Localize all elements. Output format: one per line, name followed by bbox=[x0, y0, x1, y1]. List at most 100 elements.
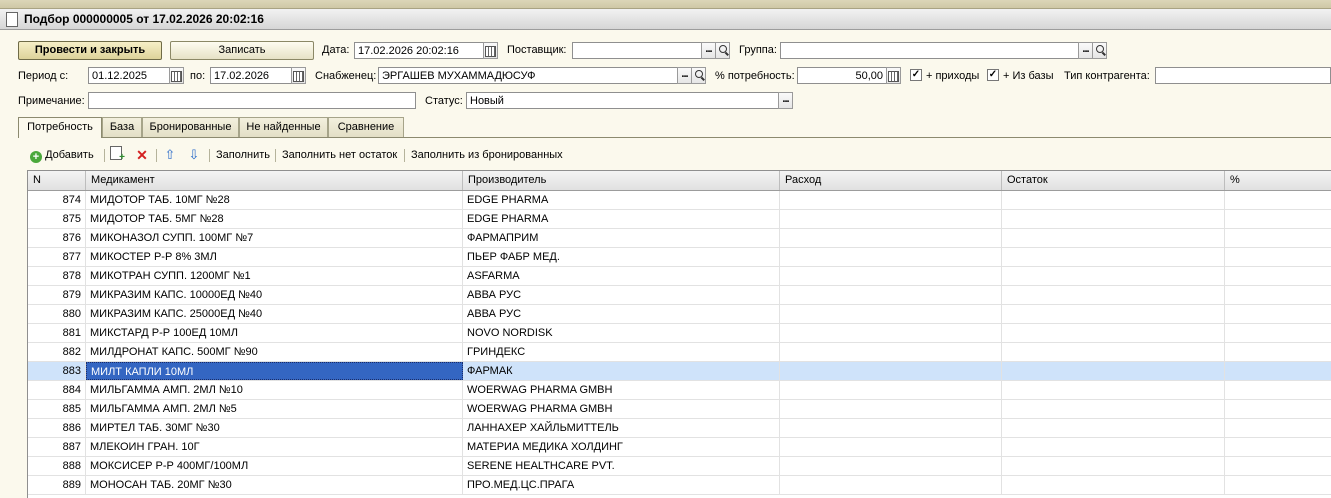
cell-medicine[interactable]: МИКОСТЕР Р-Р 8% 3МЛ bbox=[86, 248, 463, 266]
cell-expense[interactable] bbox=[780, 267, 1002, 285]
cell-medicine[interactable]: МИЛТ КАПЛИ 10МЛ bbox=[86, 362, 463, 380]
cell-expense[interactable] bbox=[780, 191, 1002, 209]
cell-percent[interactable] bbox=[1225, 305, 1331, 323]
column-header-stock[interactable]: Остаток bbox=[1002, 171, 1225, 190]
post-and-close-button[interactable]: Провести и закрыть bbox=[18, 41, 162, 60]
cell-manufacturer[interactable]: ФАРМАК bbox=[463, 362, 780, 380]
cell-n[interactable]: 879 bbox=[28, 286, 86, 304]
cell-stock[interactable] bbox=[1002, 419, 1225, 437]
cell-n[interactable]: 882 bbox=[28, 343, 86, 361]
cell-medicine[interactable]: МИЛЬГАММА АМП. 2МЛ №5 bbox=[86, 400, 463, 418]
delete-row-button[interactable]: ✕ bbox=[134, 146, 150, 164]
cell-n[interactable]: 875 bbox=[28, 210, 86, 228]
fill-button[interactable]: Заполнить bbox=[216, 146, 270, 164]
tab-base[interactable]: База bbox=[102, 117, 142, 137]
period-from-field[interactable]: 01.12.2025 bbox=[88, 67, 170, 84]
cell-expense[interactable] bbox=[780, 419, 1002, 437]
cell-stock[interactable] bbox=[1002, 362, 1225, 380]
cell-manufacturer[interactable]: EDGE PHARMA bbox=[463, 191, 780, 209]
cell-expense[interactable] bbox=[780, 343, 1002, 361]
add-button[interactable]: + Добавить bbox=[30, 146, 100, 164]
cell-stock[interactable] bbox=[1002, 324, 1225, 342]
table-row[interactable]: 876 МИКОНАЗОЛ СУПП. 100МГ №7 ФАРМАПРИМ bbox=[28, 229, 1331, 248]
cell-stock[interactable] bbox=[1002, 210, 1225, 228]
need-percent-field[interactable]: 50,00 bbox=[797, 67, 887, 84]
tab-reserved[interactable]: Бронированные bbox=[142, 117, 239, 137]
date-calendar-button[interactable] bbox=[483, 42, 498, 59]
table-row[interactable]: 875 МИДОТОР ТАБ. 5МГ №28 EDGE PHARMA bbox=[28, 210, 1331, 229]
table-row[interactable]: 886 МИРТЕЛ ТАБ. 30МГ №30 ЛАННАХЕР ХАЙЛЬМИТ… bbox=[28, 419, 1331, 438]
cell-percent[interactable] bbox=[1225, 362, 1331, 380]
cell-stock[interactable] bbox=[1002, 438, 1225, 456]
cell-stock[interactable] bbox=[1002, 286, 1225, 304]
cell-manufacturer[interactable]: WOERWAG PHARMA GMBH bbox=[463, 400, 780, 418]
cell-stock[interactable] bbox=[1002, 229, 1225, 247]
cell-stock[interactable] bbox=[1002, 343, 1225, 361]
cell-medicine[interactable]: МИКРАЗИМ КАПС. 10000ЕД №40 bbox=[86, 286, 463, 304]
cell-expense[interactable] bbox=[780, 457, 1002, 475]
cell-percent[interactable] bbox=[1225, 267, 1331, 285]
cell-percent[interactable] bbox=[1225, 476, 1331, 494]
supplier-select-button[interactable]: ... bbox=[701, 42, 716, 59]
buyer-search-button[interactable] bbox=[691, 67, 706, 84]
cell-percent[interactable] bbox=[1225, 324, 1331, 342]
cell-expense[interactable] bbox=[780, 476, 1002, 494]
supplier-field[interactable] bbox=[572, 42, 702, 59]
tab-need[interactable]: Потребность bbox=[18, 117, 102, 138]
table-row[interactable]: 879 МИКРАЗИМ КАПС. 10000ЕД №40 АВВА РУС bbox=[28, 286, 1331, 305]
cell-percent[interactable] bbox=[1225, 210, 1331, 228]
table-row[interactable]: 885 МИЛЬГАММА АМП. 2МЛ №5 WOERWAG PHARMA G… bbox=[28, 400, 1331, 419]
cell-manufacturer[interactable]: ГРИНДЕКС bbox=[463, 343, 780, 361]
need-calculator-button[interactable] bbox=[886, 67, 901, 84]
cell-percent[interactable] bbox=[1225, 381, 1331, 399]
group-search-button[interactable] bbox=[1092, 42, 1107, 59]
medicines-table[interactable]: N Медикамент Производитель Расход Остато… bbox=[27, 170, 1331, 498]
column-header-percent[interactable]: % bbox=[1225, 171, 1331, 190]
cell-medicine[interactable]: МИРТЕЛ ТАБ. 30МГ №30 bbox=[86, 419, 463, 437]
table-row[interactable]: 888 МОКСИСЕР Р-Р 400МГ/100МЛ SERENE HEALTH… bbox=[28, 457, 1331, 476]
fill-no-stock-button[interactable]: Заполнить нет остаток bbox=[282, 146, 397, 164]
group-select-button[interactable]: ... bbox=[1078, 42, 1093, 59]
cell-stock[interactable] bbox=[1002, 400, 1225, 418]
cell-medicine[interactable]: МОКСИСЕР Р-Р 400МГ/100МЛ bbox=[86, 457, 463, 475]
cell-percent[interactable] bbox=[1225, 191, 1331, 209]
cell-n[interactable]: 889 bbox=[28, 476, 86, 494]
table-row[interactable]: 882 МИЛДРОНАТ КАПС. 500МГ №90 ГРИНДЕКС bbox=[28, 343, 1331, 362]
table-row[interactable]: 880 МИКРАЗИМ КАПС. 25000ЕД №40 АВВА РУС bbox=[28, 305, 1331, 324]
cell-manufacturer[interactable]: ПЬЕР ФАБР МЕД. bbox=[463, 248, 780, 266]
column-header-n[interactable]: N bbox=[28, 171, 86, 190]
cell-percent[interactable] bbox=[1225, 248, 1331, 266]
table-row[interactable]: 878 МИКОТРАН СУПП. 1200МГ №1 ASFARMA bbox=[28, 267, 1331, 286]
cell-stock[interactable] bbox=[1002, 305, 1225, 323]
cell-percent[interactable] bbox=[1225, 457, 1331, 475]
cell-n[interactable]: 886 bbox=[28, 419, 86, 437]
cell-stock[interactable] bbox=[1002, 248, 1225, 266]
table-row[interactable]: 874 МИДОТОР ТАБ. 10МГ №28 EDGE PHARMA bbox=[28, 191, 1331, 210]
cell-medicine[interactable]: МИКРАЗИМ КАПС. 25000ЕД №40 bbox=[86, 305, 463, 323]
cell-medicine[interactable]: МОНОСАН ТАБ. 20МГ №30 bbox=[86, 476, 463, 494]
cell-manufacturer[interactable]: ФАРМАПРИМ bbox=[463, 229, 780, 247]
cell-percent[interactable] bbox=[1225, 419, 1331, 437]
table-row[interactable]: 877 МИКОСТЕР Р-Р 8% 3МЛ ПЬЕР ФАБР МЕД. bbox=[28, 248, 1331, 267]
period-to-calendar-button[interactable] bbox=[291, 67, 306, 84]
cell-manufacturer[interactable]: МАТЕРИА МЕДИКА ХОЛДИНГ bbox=[463, 438, 780, 456]
cell-medicine[interactable]: МИДОТОР ТАБ. 10МГ №28 bbox=[86, 191, 463, 209]
cell-stock[interactable] bbox=[1002, 476, 1225, 494]
cell-expense[interactable] bbox=[780, 381, 1002, 399]
cell-stock[interactable] bbox=[1002, 191, 1225, 209]
cell-percent[interactable] bbox=[1225, 438, 1331, 456]
cell-percent[interactable] bbox=[1225, 229, 1331, 247]
date-field[interactable]: 17.02.2026 20:02:16 bbox=[354, 42, 484, 59]
from-base-checkbox[interactable]: ✓ bbox=[987, 69, 999, 81]
table-row[interactable]: 887 МЛЕКОИН ГРАН. 10Г МАТЕРИА МЕДИКА ХОЛДИ… bbox=[28, 438, 1331, 457]
contractor-type-field[interactable] bbox=[1155, 67, 1331, 84]
cell-n[interactable]: 884 bbox=[28, 381, 86, 399]
cell-manufacturer[interactable]: ЛАННАХЕР ХАЙЛЬМИТТЕЛЬ bbox=[463, 419, 780, 437]
cell-percent[interactable] bbox=[1225, 343, 1331, 361]
table-row[interactable]: 883 МИЛТ КАПЛИ 10МЛ ФАРМАК bbox=[28, 362, 1331, 381]
column-header-manufacturer[interactable]: Производитель bbox=[463, 171, 780, 190]
cell-n[interactable]: 885 bbox=[28, 400, 86, 418]
cell-stock[interactable] bbox=[1002, 457, 1225, 475]
cell-n[interactable]: 878 bbox=[28, 267, 86, 285]
cell-medicine[interactable]: МЛЕКОИН ГРАН. 10Г bbox=[86, 438, 463, 456]
